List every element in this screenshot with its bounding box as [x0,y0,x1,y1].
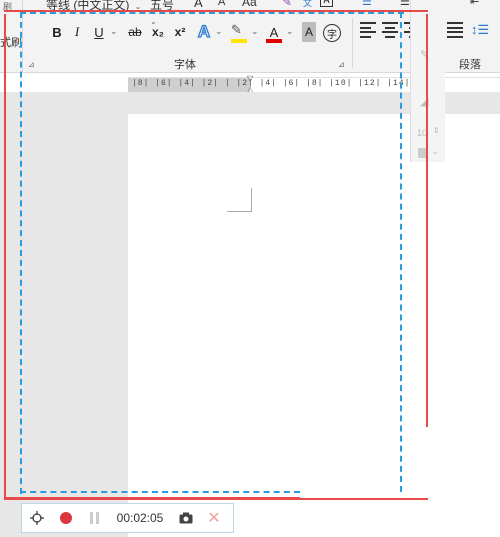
shrink-font-button[interactable]: A [218,0,225,8]
capture-region-right-edge[interactable] [426,14,428,427]
selection-region-bottom-edge[interactable] [20,491,300,493]
camera-icon[interactable] [172,504,200,532]
line-spacing-icon[interactable]: ↕☰ [471,22,489,38]
selection-region-border [20,12,404,494]
font-family-select[interactable]: 等线 (中文正文) ⌄ [46,0,142,12]
character-border-icon[interactable]: A [320,0,333,7]
selection-region-right-edge[interactable] [400,12,402,492]
pause-icon[interactable] [80,504,108,532]
chevron-down-icon[interactable]: ⌄ [432,147,439,156]
decrease-indent-icon[interactable]: ⇤ [470,0,479,8]
record-icon[interactable] [52,504,80,532]
spin-arrows-icon[interactable]: ⇕ [433,126,440,135]
elapsed-time: 00:02:05 [116,511,164,525]
paragraph-group-label: 段落 [459,59,481,71]
crosshair-target-icon[interactable] [22,504,52,532]
close-icon[interactable]: ✕ [200,504,228,532]
phonetic-guide-icon[interactable]: 文 [303,0,312,9]
bullets-icon[interactable]: ☰ [362,0,372,8]
distributed-align-button[interactable] [447,22,463,38]
clear-formatting-icon[interactable]: ✎ [282,0,292,9]
screen-recorder-toolbar: 00:02:05 ✕ [21,503,234,533]
grow-font-button[interactable]: A [194,0,203,10]
capture-region-bottom-edge[interactable] [4,497,300,499]
change-case-button[interactable]: Aa [242,0,257,9]
numbering-icon[interactable]: ☰ [400,0,410,8]
font-size-select[interactable]: 五号 ⌄ [150,0,184,26]
